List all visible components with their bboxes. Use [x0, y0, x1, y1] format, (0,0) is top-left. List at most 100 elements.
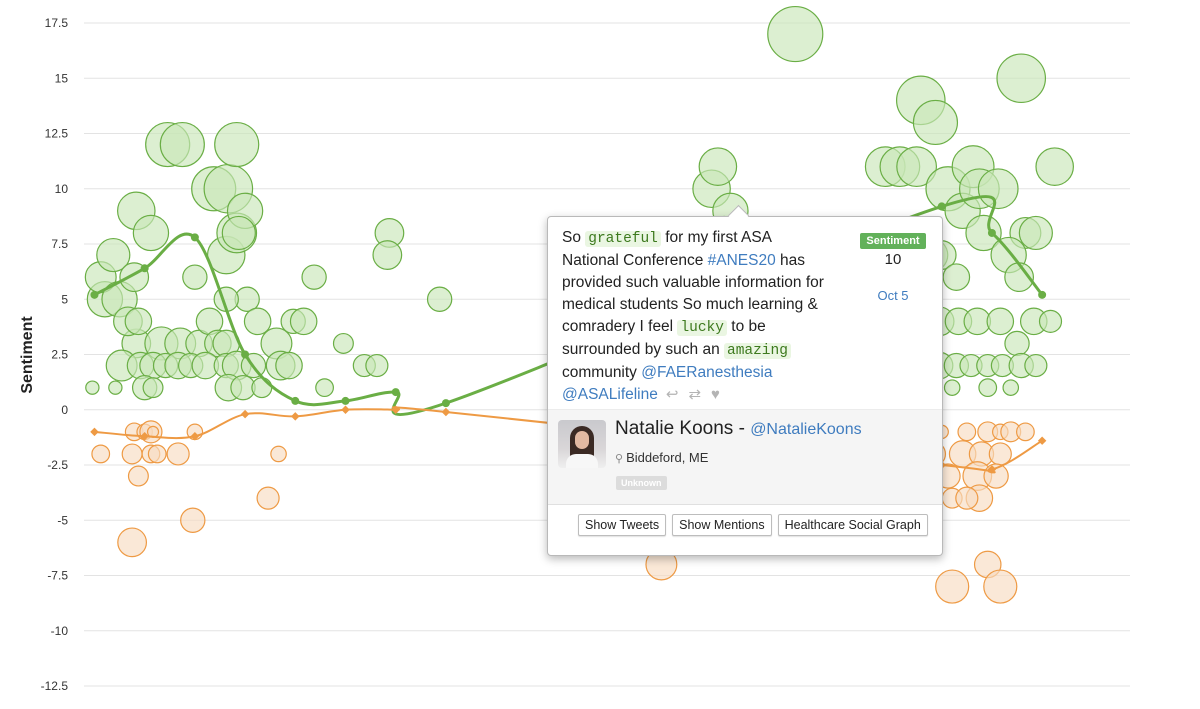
positive-average-marker: [441, 399, 450, 408]
y-tick-label: -7.5: [47, 569, 68, 583]
positive-tweet-bubble: [124, 307, 153, 336]
negative-tweet-bubble: [180, 507, 206, 533]
show-tweets-button[interactable]: Show Tweets: [578, 514, 667, 536]
positive-tweet-bubble: [372, 240, 403, 270]
tweet-tooltip: So grateful for my first ASA National Co…: [547, 204, 943, 556]
mention-link[interactable]: @FAERanesthesia: [641, 364, 772, 381]
y-axis-ticks: 17.5 15 12.5 10 7.5 5 2.5 0 -2.5 -5 -7.5 -10 -12.5: [41, 16, 69, 693]
retweet-icon[interactable]: ⇄: [688, 386, 711, 403]
positive-tweet-bubble: [301, 264, 327, 290]
positive-average-marker: [190, 233, 199, 242]
positive-tweet-bubble: [85, 380, 100, 395]
positive-tweet-bubble: [214, 121, 260, 168]
location-text: Biddeford, ME: [626, 450, 709, 465]
tweet-text-segment: So: [562, 229, 586, 246]
positive-tweet-bubble: [182, 264, 208, 290]
sentiment-keyword: amazing: [724, 343, 791, 359]
negative-average-marker: [441, 407, 451, 417]
sentiment-badge: Sentiment: [860, 233, 926, 249]
positive-tweet-bubble: [767, 5, 824, 63]
sentiment-keyword: grateful: [585, 231, 661, 247]
y-axis-title: Sentiment: [19, 316, 36, 394]
positive-average-marker: [1038, 290, 1047, 299]
negative-tweet-bubble: [121, 443, 143, 465]
positive-tweet-bubble: [978, 378, 998, 398]
positive-tweet-bubble: [912, 99, 959, 146]
tweet-actions: ↩⇄♥: [666, 384, 730, 406]
show-mentions-button[interactable]: Show Mentions: [672, 514, 772, 536]
positive-tweet-bubble: [332, 332, 354, 354]
y-tick-label: 12.5: [45, 127, 69, 141]
positive-tweet-bubble: [698, 147, 738, 186]
y-tick-label: -5: [57, 513, 68, 527]
negative-average-marker: [291, 412, 300, 421]
positive-tweet-bubble: [142, 377, 164, 399]
positive-tweet-bubble: [108, 380, 123, 395]
tweet-text-segment: community: [562, 364, 642, 381]
tooltip-actions: Show Tweets Show Mentions Healthcare Soc…: [578, 514, 928, 536]
positive-tweet-bubble: [132, 214, 170, 252]
heart-icon[interactable]: ♥: [711, 386, 730, 403]
y-tick-label: -10: [51, 624, 69, 638]
positive-tweet-bubble: [943, 379, 961, 396]
positive-average-marker: [987, 228, 996, 237]
y-tick-label: 7.5: [51, 237, 68, 251]
avatar[interactable]: [558, 420, 606, 468]
sentiment-value: 10: [884, 251, 902, 268]
positive-average-marker: [341, 396, 350, 405]
y-tick-label: 2.5: [51, 348, 68, 362]
y-tick-label: 5: [61, 292, 68, 306]
negative-tweet-bubble: [935, 569, 970, 604]
negative-tweet-bubble: [957, 422, 977, 442]
negative-tweet-bubble: [127, 465, 149, 487]
name-separator: -: [733, 418, 751, 439]
positive-tweet-bubble: [996, 53, 1047, 104]
map-pin-icon: ⚲: [615, 453, 624, 465]
negative-tweet-bubble: [955, 486, 979, 510]
hashtag-link[interactable]: #ANES20: [708, 252, 776, 269]
positive-tweet-bubble: [942, 263, 971, 291]
sentiment-keyword: lucky: [677, 320, 727, 336]
positive-average-marker: [937, 202, 946, 211]
positive-tweet-bubble: [986, 307, 1015, 336]
reply-icon[interactable]: ↩: [666, 386, 689, 403]
negative-tweet-bubble: [117, 527, 148, 558]
mention-link[interactable]: @ASALifeline: [562, 386, 658, 403]
positive-tweet-bubble: [1002, 379, 1020, 396]
positive-average-marker: [140, 264, 149, 273]
positive-tweet-bubble: [426, 286, 453, 312]
y-tick-label: 15: [55, 71, 69, 85]
tweet-date-link[interactable]: Oct 5: [858, 288, 928, 303]
negative-average-marker: [341, 405, 350, 414]
positive-tweet-bubble: [977, 168, 1019, 210]
positive-tweet-bubble: [1018, 215, 1053, 251]
negative-average-marker: [240, 409, 250, 419]
user-location: ⚲ Biddeford, ME: [615, 450, 708, 465]
negative-tweet-bubble: [983, 569, 1018, 604]
positive-average-marker: [90, 290, 99, 299]
negative-tweet-bubble: [147, 444, 167, 464]
positive-tweet-bubble: [1035, 147, 1074, 186]
negative-tweet-bubble: [91, 444, 111, 464]
positive-average-marker: [391, 388, 400, 397]
y-tick-label: -2.5: [47, 458, 68, 472]
positive-tweet-bubble: [1024, 353, 1048, 378]
positive-tweet-bubble: [159, 121, 205, 168]
negative-tweet-bubble: [166, 442, 190, 466]
positive-tweet-bubble: [221, 215, 256, 251]
negative-tweet-bubble: [1016, 422, 1035, 442]
negative-tweet-bubble: [256, 486, 280, 510]
user-name: Natalie Koons: [615, 418, 734, 439]
healthcare-social-graph-button[interactable]: Healthcare Social Graph: [777, 514, 928, 536]
y-tick-label: -12.5: [41, 679, 69, 693]
positive-average-marker: [291, 396, 300, 405]
positive-tweet-bubble: [289, 307, 318, 336]
positive-tweet-bubble: [1038, 309, 1063, 333]
positive-tweet-bubble: [365, 353, 389, 378]
user-type-badge: Unknown: [616, 476, 667, 490]
user-name-line: Natalie Koons - @NatalieKoons: [615, 418, 862, 440]
user-handle-link[interactable]: @NatalieKoons: [750, 421, 861, 438]
positive-tweet-bubble: [275, 351, 303, 380]
user-card: Natalie Koons - @NatalieKoons ⚲ Biddeford…: [548, 409, 942, 505]
positive-tweet-bubble: [315, 378, 334, 398]
